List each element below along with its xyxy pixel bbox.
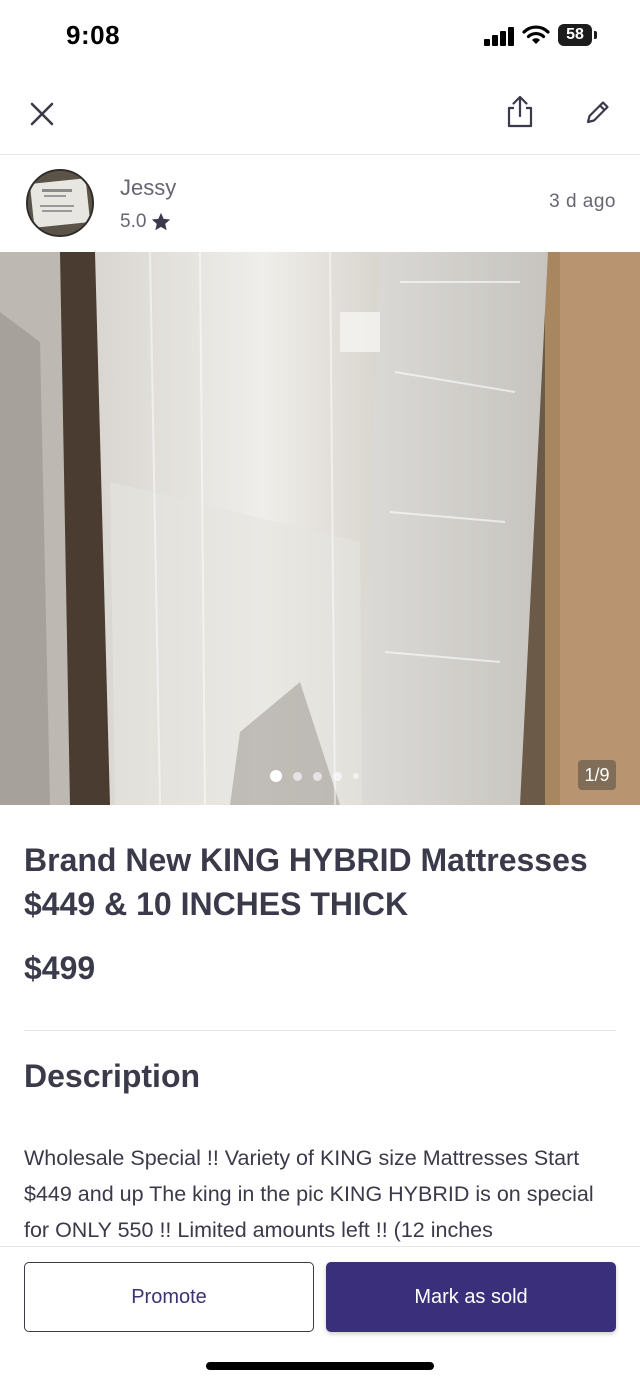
status-bar: 9:08 58 [0,0,640,70]
wifi-icon [522,24,550,46]
promote-button[interactable]: Promote [24,1262,314,1332]
edit-button[interactable] [576,90,620,134]
carousel-dot[interactable] [353,773,359,779]
listing-price: $499 [24,950,96,986]
listing-photo[interactable]: 1/9 [0,252,640,805]
mark-as-sold-button[interactable]: Mark as sold [326,1262,616,1332]
carousel-dot[interactable] [293,771,302,781]
carousel-dots [270,766,359,786]
status-time: 9:08 [66,20,121,50]
description-text: Wholesale Special !! Variety of KING siz… [24,1146,594,1242]
photo-counter: 1/9 [578,760,616,790]
home-indicator[interactable] [206,1362,434,1370]
seller-name[interactable]: Jessy [120,175,176,201]
close-icon [30,102,54,126]
battery-icon: 58 [558,24,592,46]
carousel-dot[interactable] [333,771,342,781]
share-icon [507,95,533,128]
signal-icon [484,26,516,46]
divider [24,1030,616,1031]
listing-title: Brand New KING HYBRID Mattresses $449 & … [24,842,588,922]
description-heading: Description [24,1058,201,1094]
carousel-dot[interactable] [313,771,322,781]
top-nav [0,72,640,155]
seller-avatar[interactable] [26,169,94,237]
seller-row[interactable]: Jessy 5.0 3 d ago [0,155,640,252]
close-button[interactable] [20,92,64,136]
star-icon [152,212,171,231]
seller-rating: 5.0 [120,211,172,233]
posted-time: 3 d ago [549,191,616,212]
carousel-dot[interactable] [270,770,282,782]
share-button[interactable] [498,90,542,134]
edit-icon [586,101,609,124]
rating-value: 5.0 [120,211,147,232]
battery-nub [594,31,597,39]
